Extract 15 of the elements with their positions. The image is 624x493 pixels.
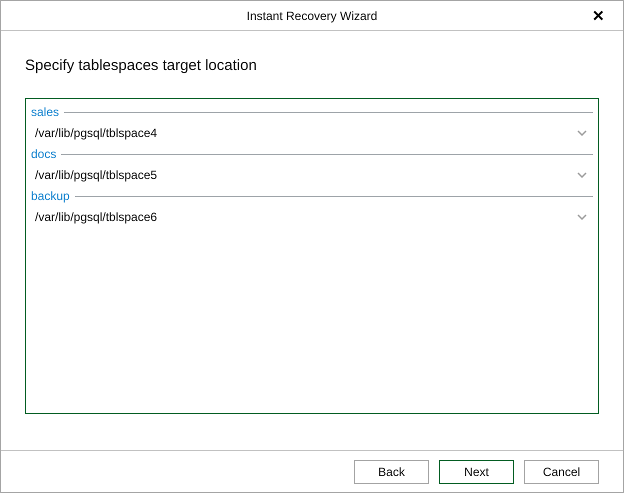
- window-title: Instant Recovery Wizard: [246, 8, 378, 22]
- location-dropdown[interactable]: /var/lib/pgsql/tblspace5: [31, 163, 593, 187]
- chevron-down-icon: [577, 172, 587, 178]
- wizard-button[interactable]: Cancel: [524, 460, 599, 484]
- location-dropdown[interactable]: /var/lib/pgsql/tblspace6: [31, 205, 593, 229]
- tablespace-name: backup: [31, 189, 70, 203]
- chevron-down-icon: [577, 214, 587, 220]
- tablespace-name: sales: [31, 105, 60, 119]
- close-button[interactable]: ✕: [588, 7, 609, 25]
- wizard-button[interactable]: Back: [354, 460, 429, 484]
- chevron-down-icon: [577, 130, 587, 136]
- location-dropdown[interactable]: /var/lib/pgsql/tblspace4: [31, 121, 593, 145]
- wizard-button[interactable]: Next: [439, 460, 514, 484]
- page-heading: Specify tablespaces target location: [25, 57, 258, 74]
- tablespace-name: docs: [31, 147, 56, 161]
